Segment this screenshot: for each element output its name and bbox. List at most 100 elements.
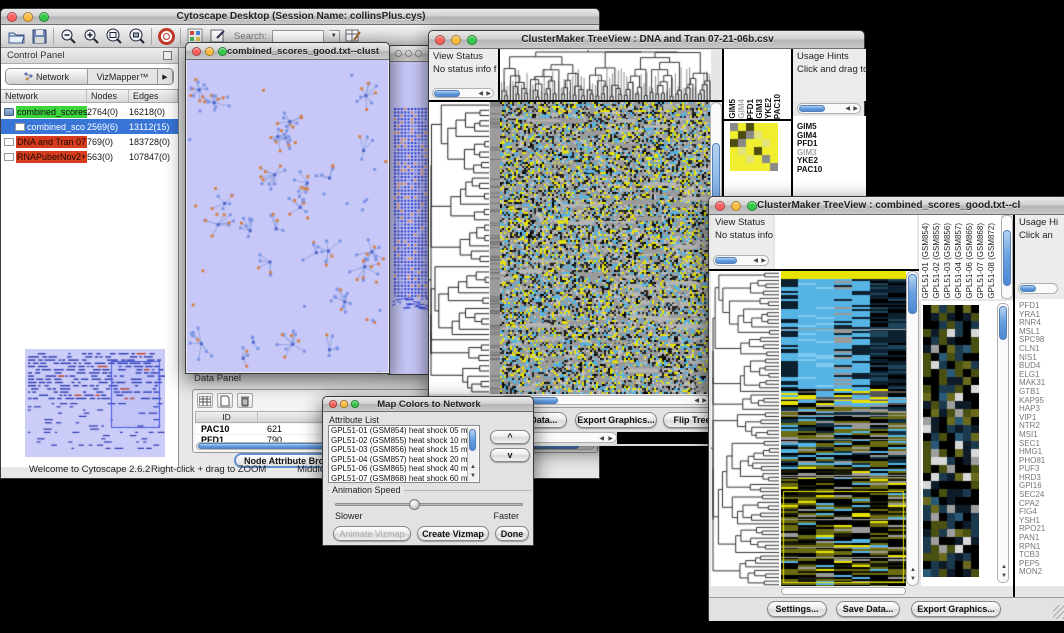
scroll-left-icon[interactable]: ◀ [753,257,758,265]
scroll-right-icon[interactable]: ▶ [702,397,707,405]
column-label[interactable]: GPL51-04 (GSM857) [954,223,965,299]
export-graphics-button[interactable]: Export Graphics... [911,601,1001,617]
scroll-thumb[interactable] [1003,230,1011,286]
scroll-thumb[interactable] [469,429,476,451]
tv1-correlation-matrix[interactable] [730,123,778,171]
zoom-out-icon[interactable] [59,27,77,45]
main-titlebar[interactable]: Cytoscape Desktop (Session Name: collins… [1,9,599,25]
treeview2-titlebar[interactable]: ClusterMaker TreeView : combined_scores_… [709,197,1064,215]
scroll-thumb[interactable] [1020,285,1036,292]
tv2-labels-scrollbar[interactable] [1001,215,1013,299]
new-attribute-icon[interactable] [217,393,233,408]
scroll-right-icon[interactable]: ▶ [761,257,766,265]
inactive-minimize-icon[interactable] [405,50,412,57]
scroll-thumb[interactable] [434,90,460,97]
zoom-in-icon[interactable] [82,27,100,45]
animation-speed-slider[interactable] [335,503,523,506]
column-label[interactable]: GIM3 [755,99,764,119]
network-overview-thumbnail[interactable] [25,349,165,457]
scroll-right-icon[interactable]: ▶ [486,90,491,98]
scroll-right-icon[interactable]: ▶ [608,435,613,443]
dense-network-view[interactable] [392,106,430,311]
column-label[interactable]: PFD1 [746,99,755,119]
col-id[interactable]: ID [196,412,258,422]
col-network[interactable]: Network [1,90,87,102]
create-vizmap-button[interactable]: Create Vizmap [417,526,489,541]
tab-vizmapper[interactable]: VizMapper™ [88,69,158,84]
search-input[interactable] [272,30,324,43]
scroll-left-icon[interactable]: ◀ [599,435,604,443]
attribute-table-icon[interactable] [197,393,213,408]
export-graphics-button[interactable]: Export Graphics... [575,412,657,428]
tv2-zoom-heatmap[interactable] [923,305,979,577]
column-label[interactable]: PAC10 [773,94,782,119]
zoom-window-icon[interactable] [467,35,477,45]
zoom-window-icon[interactable] [351,400,359,408]
inactive-zoom-icon[interactable] [415,50,422,57]
minimize-icon[interactable] [451,35,461,45]
delete-attribute-icon[interactable] [237,393,253,408]
attribute-item[interactable]: GPL51-02 (GSM855) heat shock 10 min [329,436,467,446]
scroll-down-icon[interactable]: ▼ [1001,572,1007,580]
close-icon[interactable] [192,47,201,56]
animate-vizmap-button[interactable]: Animate Vizmap [333,526,411,541]
scroll-thumb[interactable] [908,274,917,314]
open-folder-icon[interactable] [7,27,25,45]
row-label[interactable]: PAC10 [797,166,863,175]
column-label[interactable]: GPL51-01 (GSM854) [921,223,932,299]
scroll-thumb[interactable] [715,257,737,264]
minimize-icon[interactable] [731,201,741,211]
tv2-row-dendrogram[interactable] [711,271,779,586]
minimize-icon[interactable] [340,400,348,408]
treeview1-titlebar[interactable]: ClusterMaker TreeView : DNA and Tran 07-… [429,31,864,49]
tv1-usage-scrollbar[interactable]: ◀ ▶ [797,103,861,114]
tab-overflow-arrow[interactable]: ▶ [158,69,173,84]
tv1-row-dendrogram[interactable] [429,102,489,394]
zoom-fit-icon[interactable] [128,27,146,45]
scroll-up-icon[interactable]: ▲ [910,566,916,574]
scroll-right-icon[interactable]: ▶ [853,105,858,113]
slider-thumb[interactable] [409,499,420,510]
save-icon[interactable] [30,27,48,45]
attribute-item[interactable]: GPL51-03 (GSM856) heat shock 15 min [329,445,467,455]
tab-network[interactable]: Network [6,69,88,84]
col-edges[interactable]: Edges [129,90,178,102]
gene-label[interactable]: MON2 [1019,568,1064,577]
attribute-item[interactable]: GPL51-07 (GSM868) heat shock 60 min [329,474,467,483]
dialog-titlebar[interactable]: Map Colors to Network [323,397,533,412]
tv2-heatmap-hscrollbar[interactable] [781,587,906,595]
zoom-window-icon[interactable] [747,201,757,211]
column-label[interactable]: GPL51-03 (GSM856) [943,223,954,299]
done-button[interactable]: Done [495,526,529,541]
attribute-item[interactable]: GPL51-01 (GSM854) heat shock 05 min [329,426,467,436]
move-down-button[interactable]: v [490,448,530,462]
scroll-up-icon[interactable]: ▲ [1001,563,1007,571]
network-table-row[interactable]: DNA and Tran 07 769(0) 183728(0) [1,134,178,149]
attribute-item[interactable]: GPL51-04 (GSM857) heat shock 20 min [329,455,467,465]
network-table-row[interactable]: combined_sco 2569(6) 13112(15) [1,119,178,134]
attribute-item[interactable]: GPL51-06 (GSM865) heat shock 40 min [329,464,467,474]
scroll-left-icon[interactable]: ◀ [478,90,483,98]
background-network-canvas[interactable] [390,62,430,374]
move-up-button[interactable]: ^ [490,430,530,444]
resize-grip[interactable] [1053,605,1064,619]
tv1-column-dendrogram[interactable] [500,50,711,100]
col-nodes[interactable]: Nodes [87,90,129,102]
zoom-window-icon[interactable] [39,12,49,22]
tv2-heatmap[interactable] [781,271,906,586]
network-table-row[interactable]: RNAPuberNov2+ 563(0) 107847(0) [1,149,178,164]
zoom-window-icon[interactable] [218,47,227,56]
tv2-heatmap-vscrollbar[interactable]: ▲ ▼ [906,271,919,586]
float-panel-icon[interactable] [163,51,172,60]
column-label[interactable]: YKE2 [764,98,773,119]
tv1-status-scrollbar[interactable]: ◀ ▶ [432,88,494,98]
scroll-down-icon[interactable]: ▼ [470,472,476,480]
settings-button[interactable]: Settings... [767,601,827,617]
scroll-up-icon[interactable]: ▲ [470,463,476,471]
save-data-button[interactable]: Save Data... [836,601,900,617]
close-icon[interactable] [329,400,337,408]
zoom-selected-icon[interactable] [105,27,123,45]
column-label[interactable]: GIM5 [728,99,737,119]
network-table-row[interactable]: combined_scores 2764(0) 16218(0) [1,104,178,119]
tv1-heatmap[interactable] [500,102,710,394]
